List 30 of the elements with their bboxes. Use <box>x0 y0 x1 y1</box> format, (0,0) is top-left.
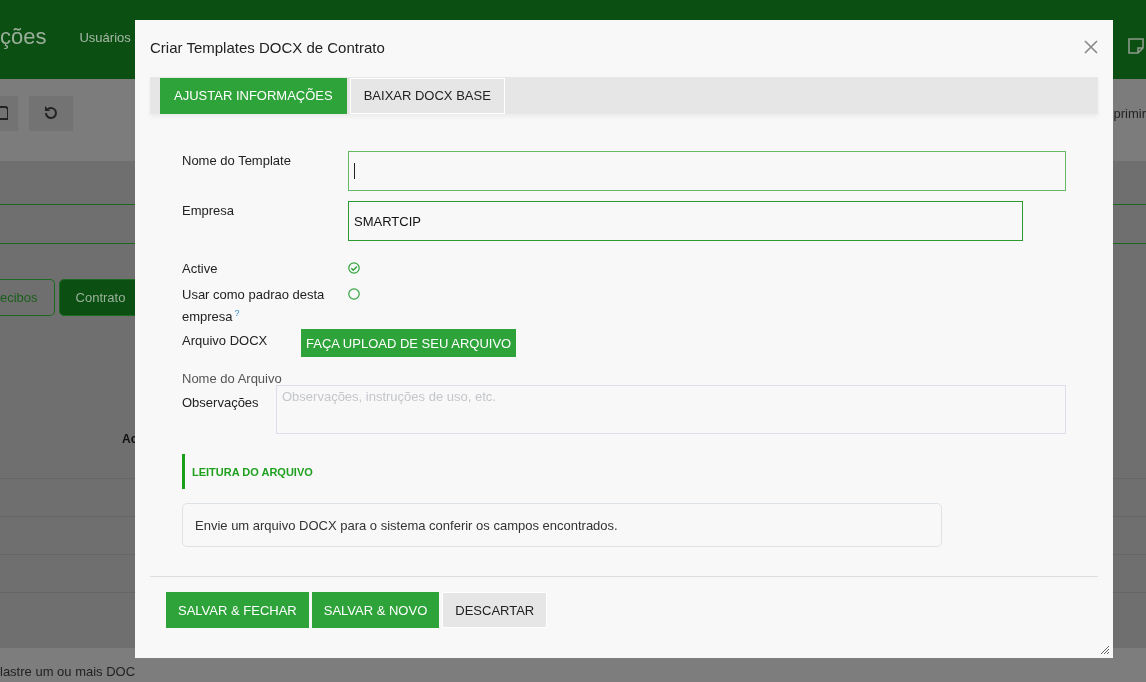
radio-circle-icon[interactable] <box>348 288 360 300</box>
dialog-title: Criar Templates DOCX de Contrato <box>150 38 385 56</box>
undo-button[interactable] <box>29 95 73 131</box>
action-button[interactable]: SALVAR & FECHAR <box>166 592 309 628</box>
app-title: ções <box>0 23 47 50</box>
hint-text: lastre um ou mais DOC <box>0 663 136 679</box>
field-label: Usar como padrao desta empresa$^{?}$ <box>182 286 326 327</box>
save-button[interactable] <box>0 95 18 131</box>
input-field[interactable] <box>348 151 1066 191</box>
dialog-tab[interactable]: BAIXAR DOCX BASE <box>349 77 505 114</box>
field-label: Arquivo DOCX <box>182 332 269 351</box>
company-field[interactable]: SMARTCIP <box>348 201 1023 241</box>
field-label: Observações <box>182 394 260 413</box>
save-icon <box>0 106 8 120</box>
resize-grip-icon[interactable] <box>1101 646 1109 654</box>
note-icon[interactable] <box>1127 37 1145 55</box>
field-label: Nome do Template <box>182 152 292 170</box>
close-icon[interactable] <box>1084 40 1098 54</box>
checked-circle-icon[interactable] <box>348 262 360 274</box>
field-label: Active <box>182 260 219 278</box>
upload-button[interactable]: FAÇA UPLOAD DE SEU ARQUIVO <box>301 329 517 358</box>
undo-icon <box>43 105 59 121</box>
section-heading: LEITURA DO ARQUIVO <box>182 454 1066 490</box>
action-button[interactable]: DESCARTAR <box>442 592 548 628</box>
dialog-tab[interactable]: AJUSTAR INFORMAÇÕES <box>160 77 347 114</box>
info-message: Envie um arquivo DOCX para o sistema conferir os campos encontrados. <box>182 503 942 548</box>
action-button[interactable]: SALVAR & NOVO <box>311 592 440 628</box>
nav-link[interactable]: Usuários <box>79 30 131 45</box>
field-label: Empresa <box>182 202 236 220</box>
print-button[interactable]: primir <box>1113 105 1146 121</box>
